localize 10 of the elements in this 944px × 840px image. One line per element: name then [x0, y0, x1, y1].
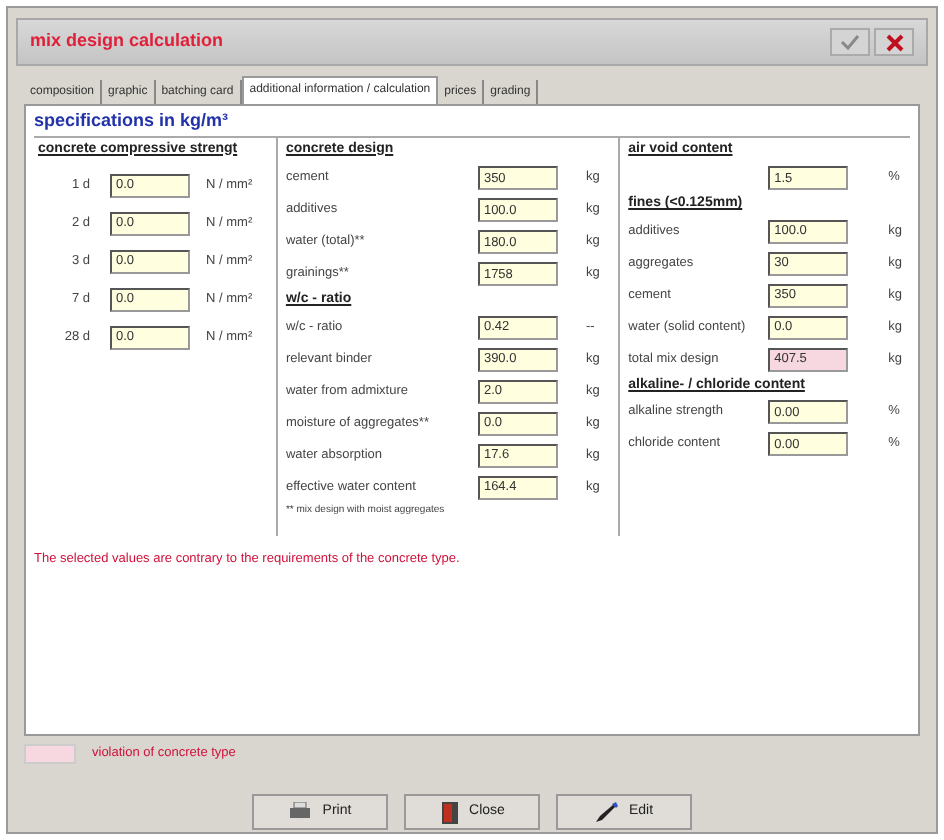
check-button[interactable]: [830, 28, 870, 56]
door-icon: [439, 801, 460, 823]
section-heading: specifications in kg/m³: [34, 108, 231, 134]
printer-icon: [288, 802, 313, 822]
close-icon: [885, 33, 903, 51]
check-icon: [840, 34, 860, 50]
window-title: mix design calculation: [30, 28, 224, 55]
violation-swatch: [24, 744, 76, 764]
pencil-icon: [594, 801, 619, 823]
close-button[interactable]: [874, 28, 914, 56]
